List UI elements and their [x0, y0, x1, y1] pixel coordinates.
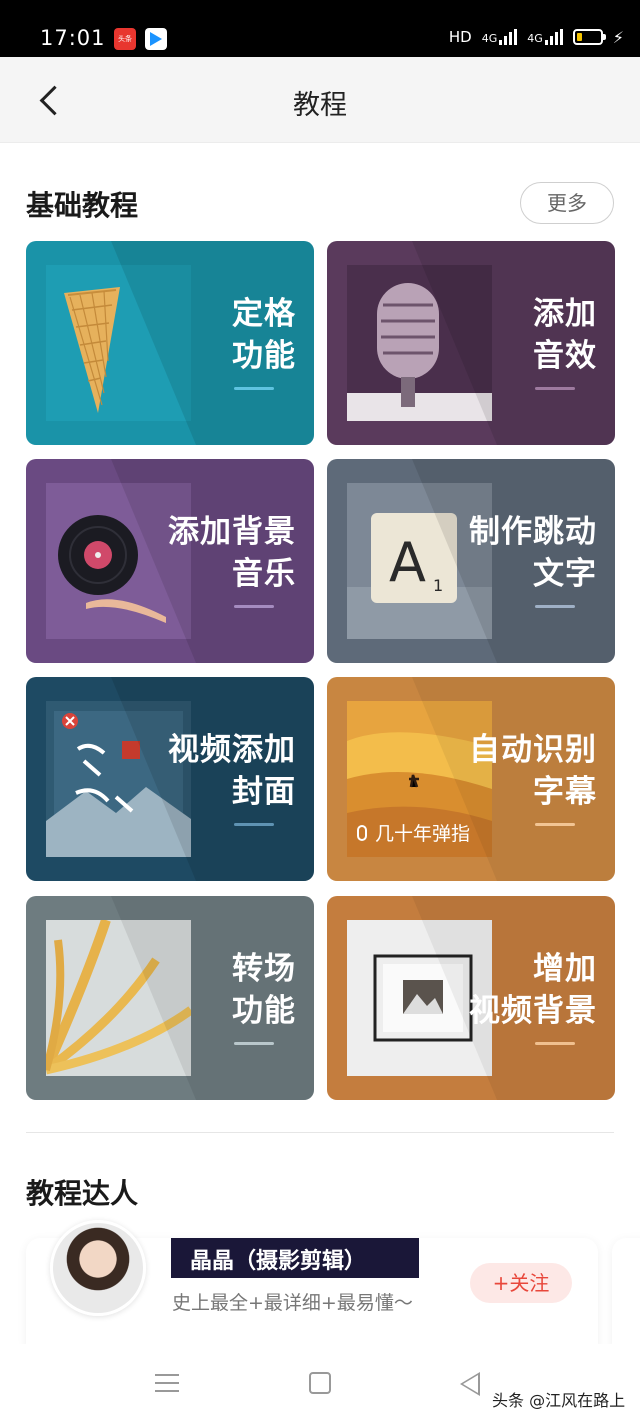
card-underline [535, 605, 575, 608]
card-underline [234, 605, 274, 608]
signal-bars-icon [544, 29, 563, 45]
card-underline [535, 823, 575, 826]
card-label: 添加 音效 [533, 296, 597, 374]
expert-name[interactable]: 晶晶（摄影剪辑） [190, 1243, 366, 1275]
card-underline [234, 387, 274, 390]
follow-button[interactable]: +关注 [470, 1263, 572, 1303]
charging-icon: ⚡ [612, 27, 624, 47]
card-label: 自动识别 字幕 [469, 732, 597, 810]
home-icon[interactable] [309, 1372, 331, 1394]
avatar[interactable] [50, 1220, 146, 1316]
tutorial-card-auto-subtitles[interactable]: 几十年弹指 自动识别 字幕 [327, 677, 615, 881]
card-label: 制作跳动 文字 [469, 514, 597, 592]
app-header: 教程 [0, 57, 640, 143]
signal-2: 4G [527, 29, 563, 45]
card-underline [535, 1042, 575, 1045]
menu-icon[interactable] [155, 1374, 179, 1392]
card-label: 定格 功能 [232, 296, 296, 374]
tutorial-card-bouncing-text[interactable]: A 1 制作跳动 文字 [327, 459, 615, 663]
section-divider [26, 1132, 614, 1133]
tutorial-card-transitions[interactable]: 转场 功能 [26, 896, 314, 1100]
watermark: 头条 @江风在路上 [492, 1391, 626, 1410]
card-label: 增加 视频背景 [469, 951, 597, 1029]
tutorial-card-stop-motion[interactable]: 定格 功能 [26, 241, 314, 445]
signal-bars-icon [499, 29, 518, 45]
tutorial-card-video-background[interactable]: 增加 视频背景 [327, 896, 615, 1100]
signal-1: 4G [482, 29, 518, 45]
tutorial-card-sound-effects[interactable]: 添加 音效 [327, 241, 615, 445]
toutiao-app-icon: 头条 [114, 28, 136, 50]
expert-card-next[interactable] [612, 1238, 640, 1358]
card-underline [234, 823, 274, 826]
card-label: 视频添加 封面 [168, 732, 296, 810]
youku-app-icon [145, 28, 167, 50]
card-underline [234, 1042, 274, 1045]
page-title: 教程 [293, 90, 347, 121]
status-time: 17:01 [40, 26, 106, 50]
card-underline [535, 387, 575, 390]
status-bar: 17:01 头条 HD 4G 4G ⚡ [0, 0, 640, 57]
section-title-basic: 基础教程 [26, 189, 139, 222]
hd-indicator: HD [448, 28, 472, 46]
section-title-experts: 教程达人 [26, 1177, 139, 1210]
more-button[interactable]: 更多 [520, 182, 614, 224]
battery-icon [572, 29, 606, 45]
tutorial-card-video-cover[interactable]: 视频添加 封面 [26, 677, 314, 881]
back-triangle-icon[interactable] [460, 1372, 480, 1396]
tutorial-card-background-music[interactable]: 添加背景 音乐 [26, 459, 314, 663]
card-label: 转场 功能 [232, 951, 296, 1029]
status-indicators: HD 4G 4G ⚡ [449, 26, 624, 48]
card-label: 添加背景 音乐 [168, 514, 296, 592]
expert-description: 史上最全+最详细+最易懂～ [172, 1292, 413, 1314]
